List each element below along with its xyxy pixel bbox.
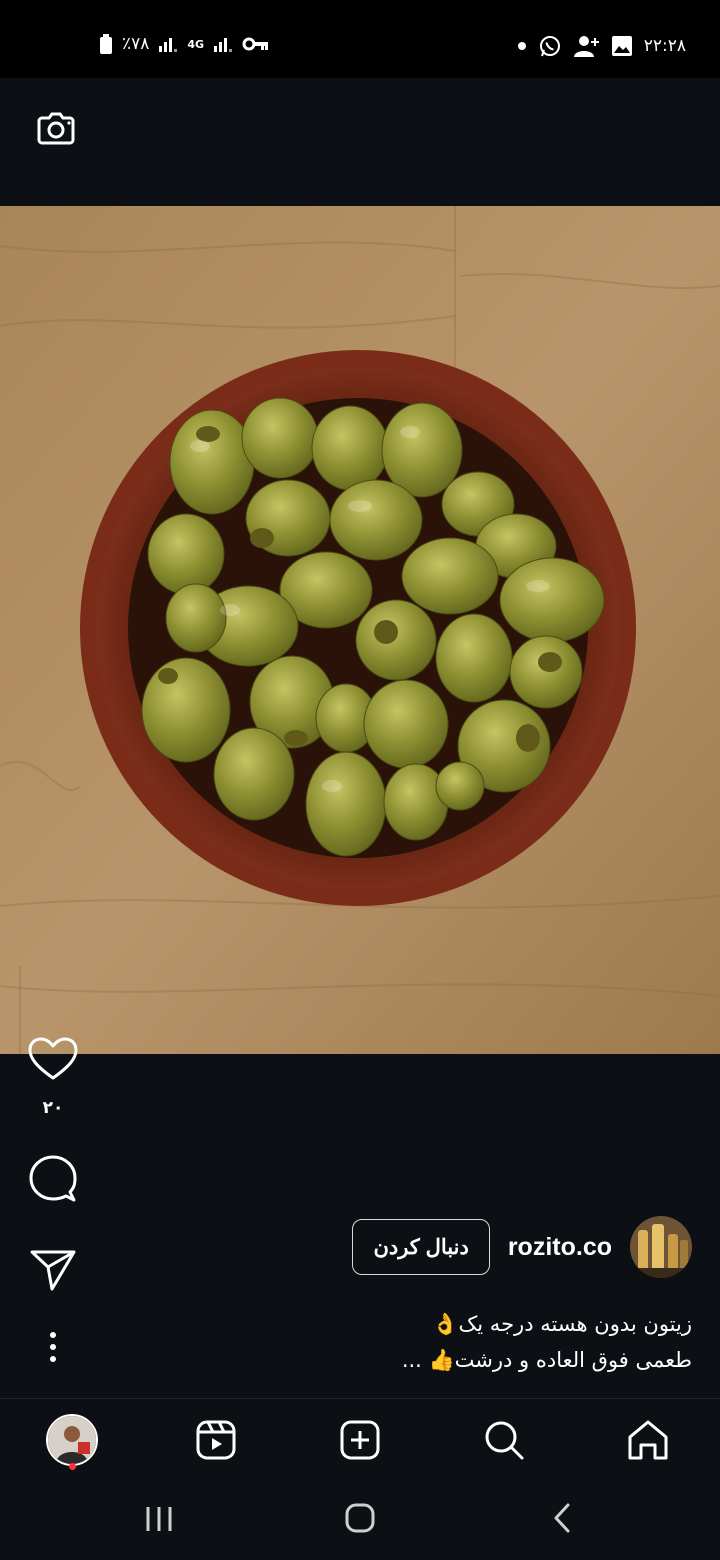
nav-profile[interactable]	[45, 1413, 99, 1467]
recent-apps-icon[interactable]	[144, 1504, 174, 1534]
create-post-icon[interactable]	[333, 1413, 387, 1467]
system-nav-bar	[0, 1480, 720, 1560]
share-icon[interactable]	[26, 1248, 80, 1292]
author-username[interactable]: rozito.co	[508, 1233, 612, 1262]
clock: ۲۲:۲۸	[643, 36, 686, 56]
notification-dot-icon	[517, 42, 526, 50]
notification-dot	[69, 1463, 76, 1470]
system-home-icon[interactable]	[344, 1502, 376, 1534]
like-count: ۲۰	[42, 1098, 64, 1118]
signal-icon	[159, 36, 178, 52]
battery-percent: ٪۷۸	[122, 34, 150, 54]
home-icon[interactable]	[621, 1413, 675, 1467]
profile-avatar	[46, 1414, 98, 1466]
whatsapp-icon	[539, 36, 560, 57]
search-icon[interactable]	[477, 1413, 531, 1467]
like-icon[interactable]	[26, 1036, 80, 1082]
bottom-nav	[0, 1398, 720, 1481]
post-caption[interactable]: زیتون بدون هسته درجه یک👌 طعمی فوق العاده…	[132, 1306, 692, 1378]
network-4g-icon: 4G	[187, 37, 205, 51]
top-bar	[0, 78, 720, 206]
battery-icon	[100, 34, 112, 54]
reels-icon[interactable]	[189, 1413, 243, 1467]
camera-icon[interactable]	[34, 106, 78, 150]
gallery-icon	[611, 36, 632, 56]
status-bar: ٪۷۸ 4G ۲۲:۲۸	[0, 0, 720, 78]
caption-line-1: زیتون بدون هسته درجه یک👌	[432, 1312, 692, 1336]
author-avatar[interactable]	[630, 1216, 692, 1278]
follow-button[interactable]: دنبال کردن	[352, 1219, 490, 1275]
add-user-icon	[573, 36, 599, 57]
olives-bowl-photo	[0, 206, 720, 1054]
post-image[interactable]	[0, 206, 720, 1054]
post-author: دنبال کردن rozito.co	[352, 1216, 692, 1278]
back-icon[interactable]	[550, 1502, 574, 1534]
status-right: ۲۲:۲۸	[517, 34, 686, 58]
caption-line-2: طعمی فوق العاده و درشت👍 ...	[401, 1348, 692, 1372]
vpn-key-icon	[242, 37, 269, 51]
comment-icon[interactable]	[26, 1154, 80, 1204]
status-left: ٪۷۸ 4G	[100, 34, 269, 54]
signal-icon	[214, 36, 233, 52]
more-icon[interactable]	[26, 1330, 80, 1364]
